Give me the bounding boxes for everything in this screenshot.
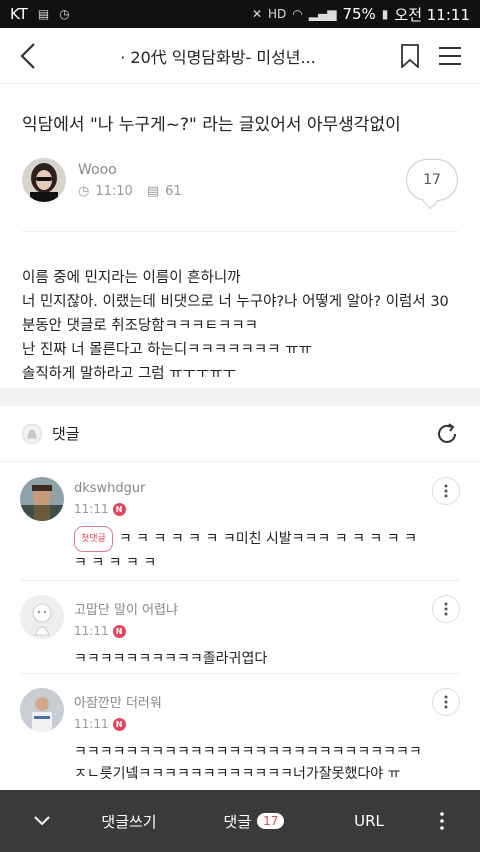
post-title: 익담에서 "나 누구게~?" 라는 글있어서 아무생각없이 <box>22 115 401 135</box>
commenter-avatar[interactable] <box>20 595 64 639</box>
comments-label: 댓글 <box>52 425 80 443</box>
post-body-line: 이름 중에 민지라는 이름이 흔하니까 <box>22 270 241 286</box>
avatar-photo-icon <box>22 158 66 202</box>
url-label: URL <box>354 812 384 830</box>
avatar-photo-icon <box>20 477 64 521</box>
comment-item: 고맙단 말이 어렵냐 11:11 N ㅋㅋㅋㅋㅋㅋㅋㅋㅋㅋ졸라귀엽다 <box>0 581 480 670</box>
comment-more-button[interactable] <box>432 477 460 505</box>
comment-text: ㅋㅋㅋㅋㅋㅋㅋㅋㅋㅋㅋㅋㅋㅋㅋㅋㅋㅋㅋㅋㅋㅋㅋㅋㅋㅋㅋㅈㄴ릇기넼ㅋㅋㅋㅋㅋㅋㅋㅋ… <box>74 744 422 782</box>
new-badge: N <box>112 717 126 731</box>
carrier-label: KT <box>10 5 28 23</box>
comment-more-button[interactable] <box>432 688 460 716</box>
commenter-avatar[interactable] <box>20 688 64 732</box>
comment-more-button[interactable] <box>432 595 460 623</box>
more-vertical-icon <box>444 602 448 616</box>
post-time: 11:10 <box>95 183 133 199</box>
post-body-line: 너 민지잖아. 이랬는데 비댓으로 너 누구야?나 어떻게 알아? 이럼서 30 <box>22 294 449 310</box>
post-body-line: 난 진짜 너 몰른다고 하는디ㅋㅋㅋㅋㅋㅋㅋ ㅠㅠ <box>22 342 312 358</box>
comment-item: dkswhdgur 11:11 N 첫댓글 ㅋ ㅋ ㅋ ㅋ ㅋ ㅋ ㅋ미친 시발ㅋ… <box>0 463 480 574</box>
url-button[interactable]: URL <box>334 812 404 830</box>
mute-icon: ✕ <box>251 7 262 21</box>
section-gap <box>0 388 480 406</box>
views-icon: ▤ <box>146 183 160 199</box>
avatar-photo-icon <box>20 688 64 732</box>
comment-time: 11:11 <box>74 717 109 731</box>
new-badge: N <box>112 624 126 638</box>
battery-label: 75% <box>342 5 376 23</box>
refresh-button[interactable] <box>432 419 462 449</box>
alarm-icon: ◷ <box>59 7 70 21</box>
comments-button[interactable]: 댓글 17 <box>174 811 334 832</box>
first-comment-badge: 첫댓글 <box>74 526 113 552</box>
author-avatar[interactable] <box>22 158 66 202</box>
wifi-icon: ◠ <box>292 7 303 21</box>
post-body-line: 분동안 댓글로 취조당함ㅋㅋㅋㅌㅋㅋㅋ <box>22 318 258 334</box>
notification-icon: ▤ <box>37 7 50 21</box>
collapse-button[interactable] <box>0 815 84 827</box>
post-body-line: 솔직하게 말하라고 그럼 ㅠㅜㅜㅠㅜ <box>22 366 236 382</box>
post-views: 61 <box>165 183 182 199</box>
commenter-name[interactable]: 아잠깐만 더러워 <box>74 692 432 711</box>
bell-icon[interactable] <box>22 423 42 444</box>
menu-button[interactable] <box>430 36 470 76</box>
post-body: 이름 중에 민지라는 이름이 흔하니까 너 민지잖아. 이랬는데 비댓으로 너 … <box>0 232 480 386</box>
comment-time: 11:11 <box>74 624 109 638</box>
comments-button-label: 댓글 <box>223 812 252 831</box>
comments-header: 댓글 <box>0 406 480 462</box>
hd-icon: HD <box>268 7 287 21</box>
refresh-icon <box>438 422 456 443</box>
more-options-button[interactable] <box>404 812 480 830</box>
commenter-name[interactable]: 고맙단 말이 어렵냐 <box>74 599 432 618</box>
more-vertical-icon <box>440 812 444 830</box>
comment-count-bubble[interactable]: 17 <box>406 159 458 201</box>
commenter-avatar[interactable] <box>20 477 64 521</box>
signal-icon: ▂▄▆ <box>308 7 337 21</box>
comment-text: 첫댓글 ㅋ ㅋ ㅋ ㅋ ㅋ ㅋ ㅋ미친 시발ㅋㅋㅋ ㅋ ㅋ ㅋ ㅋ ㅋ ㅋ ㅋ ㅋ… <box>74 526 432 574</box>
bottom-action-bar: 댓글쓰기 댓글 17 URL <box>0 790 480 852</box>
comment-item: 아잠깐만 더러워 11:11 N ㅋㅋㅋㅋㅋㅋㅋㅋㅋㅋㅋㅋㅋㅋㅋㅋㅋㅋㅋㅋㅋㅋㅋ… <box>0 674 480 785</box>
status-bar: KT ▤ ◷ ✕ HD ◠ ▂▄▆ 75% ▮ 오전 11:11 <box>0 0 480 28</box>
default-avatar-icon <box>20 595 64 639</box>
author-name[interactable]: Wooo <box>78 162 182 178</box>
clock-icon: ◷ <box>78 183 90 199</box>
comment-text-content: ㅋ ㅋ ㅋ ㅋ ㅋ ㅋ ㅋ미친 시발ㅋㅋㅋ ㅋ ㅋ ㅋ ㅋ ㅋ ㅋ ㅋ ㅋ ㅋ … <box>74 531 417 571</box>
chevron-left-icon <box>20 42 35 69</box>
new-badge: N <box>112 502 126 516</box>
back-button[interactable] <box>10 38 46 74</box>
more-vertical-icon <box>444 484 448 498</box>
comments-count-badge: 17 <box>257 813 285 829</box>
chevron-down-icon <box>34 816 50 826</box>
more-vertical-icon <box>444 695 448 709</box>
comment-text: ㅋㅋㅋㅋㅋㅋㅋㅋㅋㅋ졸라귀엽다 <box>74 651 268 667</box>
commenter-name[interactable]: dkswhdgur <box>74 481 432 496</box>
clock-label: 오전 11:11 <box>394 5 470 24</box>
write-comment-button[interactable]: 댓글쓰기 <box>84 811 174 832</box>
bookmark-button[interactable] <box>390 36 430 76</box>
battery-icon: ▮ <box>381 7 389 21</box>
hamburger-menu-icon <box>439 46 461 65</box>
comment-count: 17 <box>423 172 441 188</box>
bookmark-icon <box>401 43 419 68</box>
comment-time: 11:11 <box>74 502 109 516</box>
write-comment-label: 댓글쓰기 <box>101 812 157 831</box>
post-author-row: Wooo ◷ 11:10 ▤ 61 17 <box>0 135 480 207</box>
app-bar: · 20代 익명담화방- 미성년... <box>0 28 480 84</box>
board-title: · 20代 익명담화방- 미성년... <box>120 47 316 67</box>
